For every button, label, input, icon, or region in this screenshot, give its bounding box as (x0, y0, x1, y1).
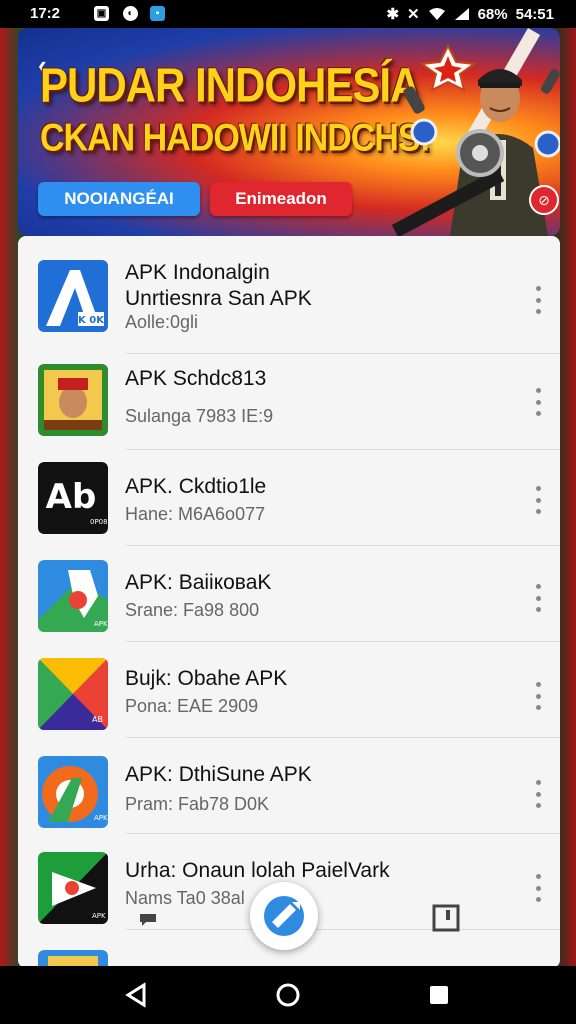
app-subtitle: Srane: Fa98 800 (125, 600, 260, 620)
list-item[interactable]: Ab 0P08 APK. Ckdtio1le Hane: M6A6o077 (18, 450, 560, 546)
battery-text: 68% (477, 5, 508, 23)
app-subtitle: Pona: EAE 2909 (125, 696, 259, 716)
app-title: APK. Ckdtio1le (125, 475, 267, 498)
more-options-icon[interactable] (534, 388, 542, 416)
back-icon[interactable] (122, 980, 152, 1010)
app-subtitle: Aolle:0gli (125, 312, 199, 332)
more-options-icon[interactable] (534, 682, 542, 710)
signal-icon (454, 8, 469, 20)
bookmark-icon[interactable] (432, 904, 460, 932)
list-item[interactable]: APK Schdc813 Sulanga 7983 IE:9 (18, 354, 560, 450)
bluetooth-icon: ✱ (386, 6, 400, 23)
app-subtitle: Nams Ta0 38al (125, 888, 245, 908)
triangle-drive-icon: AB (38, 658, 108, 730)
app-title: Bujk: Obahe APK (125, 667, 288, 690)
promo-banner[interactable]: ‹ PUDAR INDOHESÍA CKAN HADOWII INDCHS! N… (18, 28, 560, 236)
svg-text:Ab: Ab (46, 477, 97, 517)
status-time: 17:2 (30, 5, 61, 22)
wifi-icon (428, 8, 445, 20)
banner-primary-button[interactable]: NOOIANGÉAI (38, 182, 200, 216)
refresh-fab-button[interactable] (250, 882, 318, 950)
system-nav-bar (0, 966, 576, 1024)
svg-text:0P08: 0P08 (90, 518, 108, 526)
chat-icon[interactable] (138, 912, 158, 928)
svg-text:APK: APK (94, 620, 108, 628)
banner-subheadline: CKAN HADOWII INDCHS! (40, 116, 431, 160)
banner-headline: PUDAR INDOHESÍA (40, 58, 420, 113)
app-subtitle: Sulanga 7983 IE:9 (125, 406, 274, 426)
list-item[interactable]: APK APK: DthiSune APK Pram: Fab78 D0K (18, 738, 560, 834)
mute-icon: ✕ (407, 6, 420, 23)
app-subtitle: Hane: M6A6o077 (125, 504, 266, 524)
app-title: APK Schdc813 (125, 367, 267, 390)
refresh-icon (264, 896, 304, 936)
app-title: APK Indonalgin Unrtiesnra San APK (125, 261, 312, 310)
app-title: Urha: Onaun lolah PaielVark (125, 859, 390, 882)
more-options-icon[interactable] (534, 584, 542, 612)
blue-a-icon: K 0K (38, 260, 108, 332)
home-icon[interactable] (273, 980, 303, 1010)
svg-text:APK: APK (94, 814, 108, 822)
soldier-illustration: ⊘ (391, 28, 560, 236)
app-title: APK: DthiSune APK (125, 763, 312, 786)
banner-secondary-button[interactable]: Enimeadon (210, 182, 352, 216)
svg-text:⊘: ⊘ (538, 193, 550, 209)
ab-logo-icon: Ab 0P08 (38, 462, 108, 534)
more-options-icon[interactable] (534, 286, 542, 314)
more-options-icon[interactable] (534, 874, 542, 902)
soldier-portrait-icon (38, 364, 108, 436)
list-item[interactable]: AB Bujk: Obahe APK Pona: EAE 2909 (18, 642, 560, 738)
app-title: APK: BaiiковаK (125, 571, 272, 594)
app-subtitle: Pram: Fab78 D0K (125, 794, 270, 814)
status-bar: 17:2 ▣ ◐ ▪ ✱ ✕ 68% 54:51 (0, 0, 576, 28)
recents-icon[interactable] (424, 980, 454, 1010)
list-item[interactable]: K 0K APK Indonalgin Unrtiesnra San APK A… (18, 236, 560, 354)
svg-text:APK: APK (92, 912, 106, 920)
circle-icon: ◐ (123, 6, 138, 21)
map-pin-icon: APK (38, 560, 108, 632)
app-list: K 0K APK Indonalgin Unrtiesnra San APK A… (18, 236, 560, 968)
svg-text:K 0K: K 0K (78, 315, 105, 326)
more-options-icon[interactable] (534, 780, 542, 808)
photo-icon: ▣ (94, 6, 109, 21)
svg-text:AB: AB (92, 715, 103, 724)
green-arrow-icon: APK (38, 852, 108, 924)
orange-a-icon: APK (38, 756, 108, 828)
status-clock-right: 54:51 (515, 5, 554, 23)
list-item[interactable]: APK APK: BaiiковаK Srane: Fa98 800 (18, 546, 560, 642)
app-icon: ▪ (150, 6, 165, 21)
more-options-icon[interactable] (534, 486, 542, 514)
